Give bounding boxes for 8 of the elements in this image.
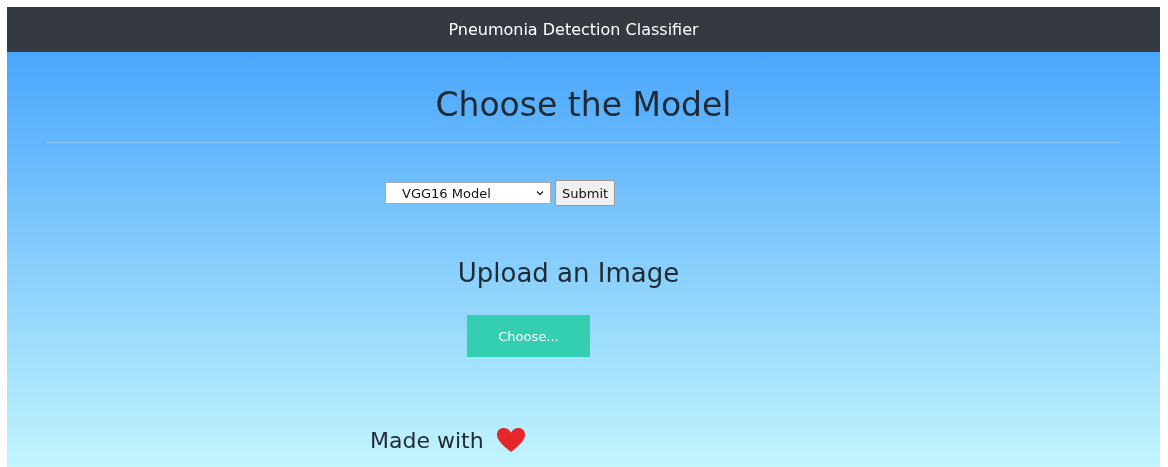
app-title: Pneumonia Detection Classifier [448, 20, 699, 39]
heart-icon [495, 427, 526, 453]
model-select[interactable]: VGG16 Model [385, 182, 551, 204]
section-heading: Upload an Image [456, 258, 681, 288]
section-heading: Choose the Model [434, 84, 733, 126]
chevron-down-icon [536, 190, 544, 196]
footer-text: Made with [370, 427, 484, 453]
submit-button[interactable]: Submit [555, 180, 616, 206]
